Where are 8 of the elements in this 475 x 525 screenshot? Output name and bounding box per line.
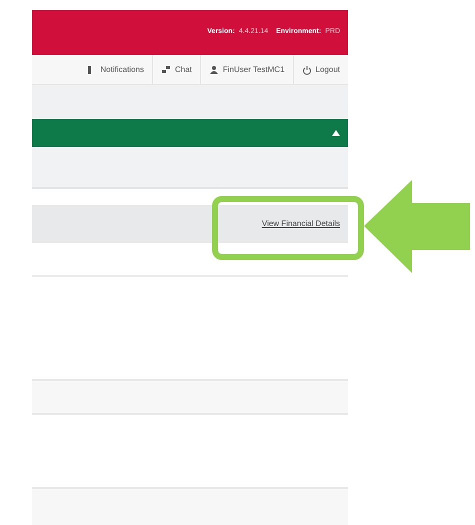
nav-link[interactable]: Notifications <box>78 55 152 84</box>
nav-link[interactable]: Logout <box>292 55 348 84</box>
power-icon <box>302 64 312 74</box>
nav-link[interactable]: Chat <box>152 55 200 84</box>
financial-details-link[interactable]: View Financial Details <box>262 218 340 230</box>
collapse-icon[interactable] <box>332 130 340 136</box>
user-icon <box>208 64 219 74</box>
nav-link[interactable]: FinUser TestMC1 <box>200 55 293 84</box>
